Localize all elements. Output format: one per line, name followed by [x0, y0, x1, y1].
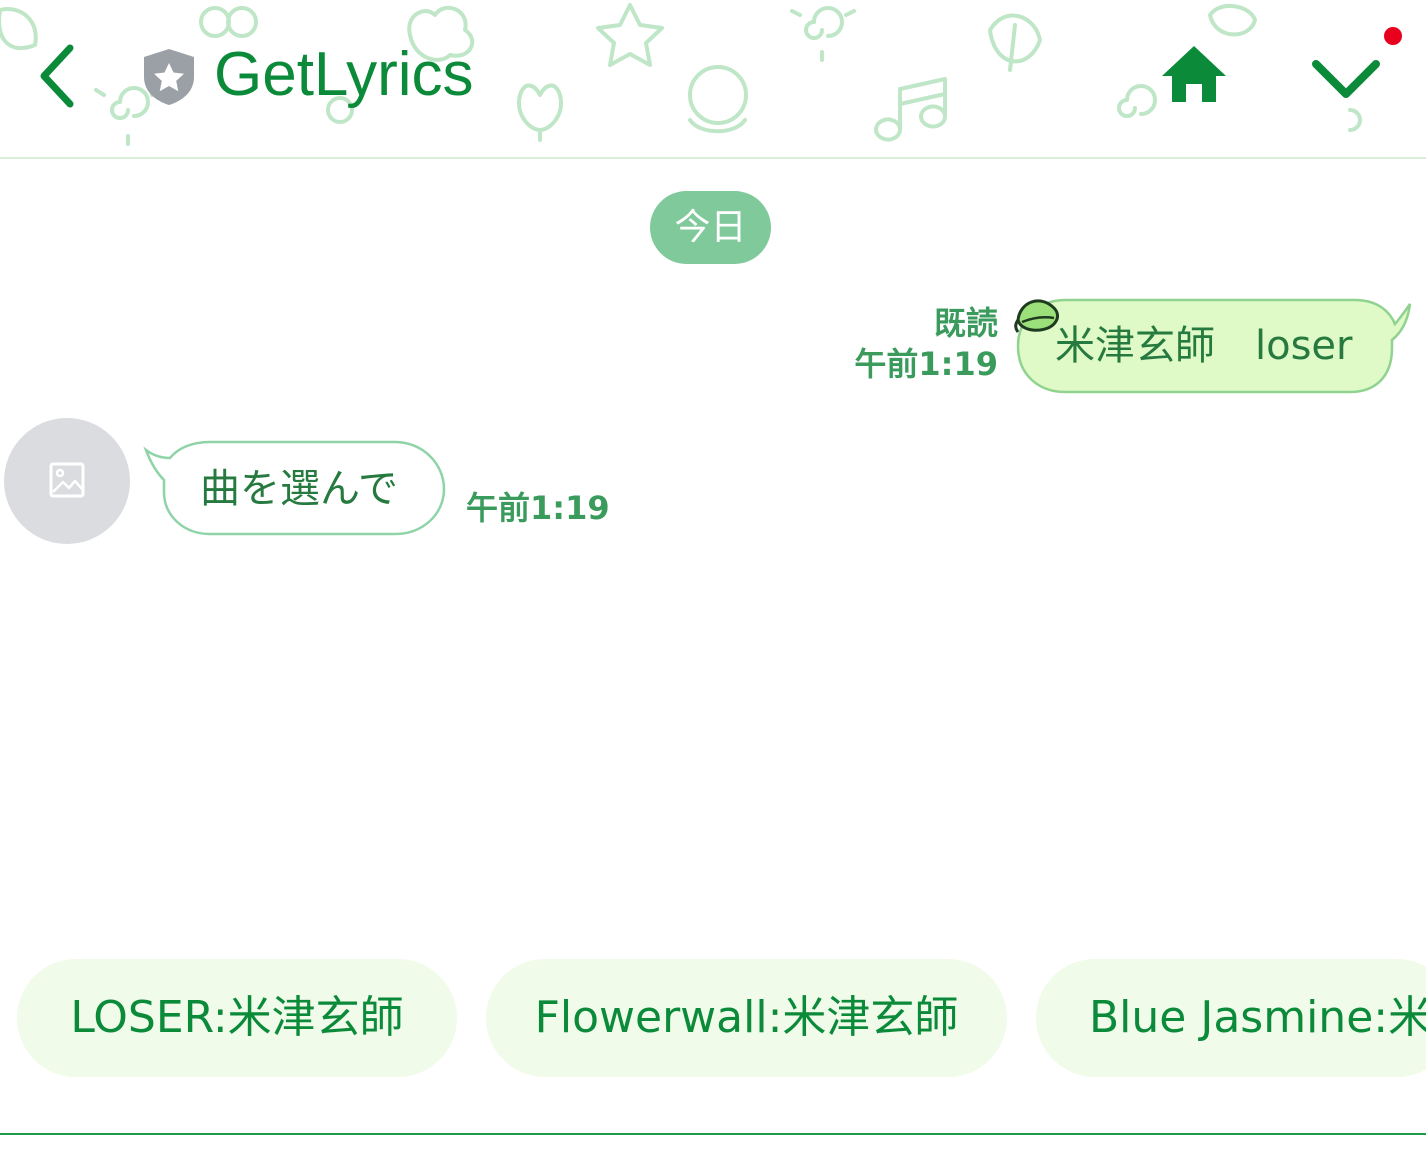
chevron-left-icon [40, 44, 74, 108]
quick-reply-button[interactable]: Flowerwall:米津玄師 [486, 959, 1007, 1077]
back-button[interactable] [30, 40, 90, 110]
app-header: GetLyrics [0, 0, 1426, 159]
menu-dropdown-button[interactable] [1306, 50, 1386, 110]
received-message-time: 午前1:19 [466, 489, 610, 527]
home-icon [1162, 46, 1226, 102]
sent-message-text: 米津玄師 loser [1055, 323, 1353, 369]
image-placeholder-icon [49, 462, 85, 498]
date-separator: 今日 [650, 191, 771, 264]
shield-star-icon [142, 47, 196, 107]
leaf-sticker-icon [1014, 299, 1059, 333]
home-button[interactable] [1158, 40, 1230, 110]
received-message-text: 曲を選んで [200, 466, 398, 512]
notification-dot [1384, 27, 1402, 45]
divider [0, 1133, 1426, 1135]
chevron-down-icon [1312, 60, 1380, 98]
quick-reply-button[interactable]: LOSER:米津玄師 [17, 959, 457, 1077]
page-title: GetLyrics [214, 40, 474, 109]
quick-reply-button[interactable]: Blue Jasmine:米津玄師 [1036, 959, 1426, 1077]
sent-message-time: 午前1:19 [854, 345, 998, 383]
read-status: 既読 [933, 304, 998, 342]
avatar[interactable] [4, 418, 130, 544]
